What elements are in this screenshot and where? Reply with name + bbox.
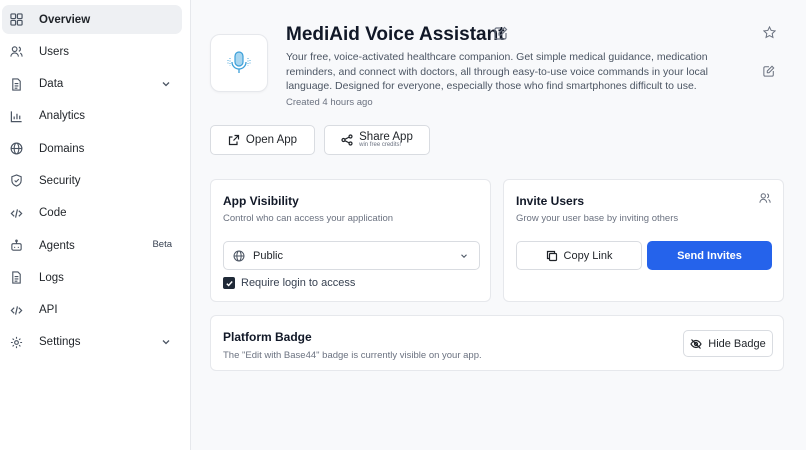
copy-link-label: Copy Link: [563, 249, 613, 262]
sidebar-item-users[interactable]: Users: [2, 37, 182, 66]
chevron-down-icon: [162, 340, 170, 345]
sidebar-item-security[interactable]: Security: [2, 166, 182, 195]
card-subtitle: Grow your user base by inviting others: [516, 213, 679, 224]
checkmark-icon: [225, 280, 233, 287]
sidebar-item-analytics[interactable]: Analytics: [2, 102, 182, 131]
hide-badge-button[interactable]: Hide Badge: [683, 330, 773, 357]
shield-icon: [9, 174, 23, 188]
visibility-selected-value: Public: [253, 249, 283, 262]
document-icon: [9, 77, 23, 91]
document-icon: [9, 271, 23, 285]
require-login-label: Require login to access: [241, 277, 356, 289]
hide-badge-label: Hide Badge: [708, 337, 766, 350]
bar-chart-icon: [9, 109, 23, 123]
chevron-down-icon: [461, 254, 467, 259]
platform-badge-card: Platform Badge The "Edit with Base44" ba…: [210, 315, 784, 371]
code-icon: [9, 303, 23, 317]
sidebar-item-domains[interactable]: Domains: [2, 134, 182, 163]
bot-icon: [9, 239, 23, 253]
sidebar-item-agents[interactable]: Agents Beta: [2, 231, 182, 260]
sidebar-item-label: Logs: [39, 271, 64, 284]
sidebar-item-settings[interactable]: Settings: [2, 328, 182, 357]
sidebar-item-label: Users: [39, 45, 70, 58]
open-app-label: Open App: [245, 134, 298, 146]
app-visibility-card: App Visibility Control who can access yo…: [210, 179, 491, 302]
main-content: MediAid Voice Assistant Your free, voice…: [192, 0, 806, 450]
card-title: App Visibility: [223, 194, 299, 208]
created-timestamp: Created 4 hours ago: [286, 97, 373, 108]
share-app-label: Share App: [359, 130, 413, 143]
sidebar-item-logs[interactable]: Logs: [2, 263, 182, 292]
users-icon: [9, 45, 23, 59]
sidebar-item-label: Overview: [39, 13, 91, 26]
card-title: Invite Users: [516, 194, 585, 208]
send-invites-button[interactable]: Send Invites: [647, 241, 772, 270]
microphone-icon: [227, 51, 251, 73]
share-icon: [341, 134, 353, 146]
globe-icon: [9, 142, 23, 156]
app-title: MediAid Voice Assistant: [286, 24, 505, 45]
send-invites-label: Send Invites: [677, 249, 742, 262]
share-app-button[interactable]: Share App win free credits!: [324, 125, 430, 155]
sidebar-item-label: Settings: [39, 336, 81, 349]
copy-icon: [546, 250, 557, 261]
sidebar-item-label: API: [39, 304, 58, 317]
star-icon[interactable]: [763, 26, 776, 39]
app-description: Your free, voice-activated healthcare co…: [286, 51, 708, 92]
app-icon[interactable]: [210, 34, 268, 92]
sidebar: Overview Users Data Analytics Domains Se…: [0, 0, 191, 450]
open-app-button[interactable]: Open App: [210, 125, 315, 155]
sidebar-item-data[interactable]: Data: [2, 70, 182, 99]
users-icon: [759, 193, 771, 203]
invite-users-card: Invite Users Grow your user base by invi…: [503, 179, 784, 302]
globe-icon: [233, 250, 245, 261]
sidebar-item-label: Analytics: [39, 110, 86, 123]
chevron-down-icon: [162, 81, 170, 87]
grid-icon: [9, 13, 23, 27]
beta-badge: Beta: [152, 239, 172, 251]
edit-title-icon[interactable]: [494, 26, 508, 40]
share-text: Share App win free credits!: [359, 130, 413, 149]
copy-link-button[interactable]: Copy Link: [516, 241, 642, 270]
code-icon: [9, 206, 23, 220]
card-subtitle: The "Edit with Base44" badge is currentl…: [223, 350, 482, 361]
share-app-sublabel: win free credits!: [359, 141, 402, 148]
sidebar-item-label: Data: [39, 78, 64, 91]
sidebar-item-label: Code: [39, 207, 67, 220]
require-login-checkbox[interactable]: [223, 277, 235, 289]
sidebar-item-overview[interactable]: Overview: [2, 5, 182, 34]
require-login-row[interactable]: Require login to access: [223, 277, 355, 289]
gear-icon: [9, 335, 23, 349]
sidebar-item-label: Domains: [39, 142, 85, 155]
sidebar-item-code[interactable]: Code: [2, 199, 182, 228]
sidebar-item-label: Security: [39, 174, 81, 187]
card-title: Platform Badge: [223, 330, 312, 344]
edit-description-icon[interactable]: [763, 65, 775, 77]
sidebar-item-api[interactable]: API: [2, 296, 182, 325]
eye-off-icon: [690, 338, 702, 349]
sidebar-item-label: Agents: [39, 239, 75, 252]
card-subtitle: Control who can access your application: [223, 213, 394, 224]
external-link-icon: [228, 134, 240, 146]
visibility-select[interactable]: Public: [223, 241, 480, 270]
